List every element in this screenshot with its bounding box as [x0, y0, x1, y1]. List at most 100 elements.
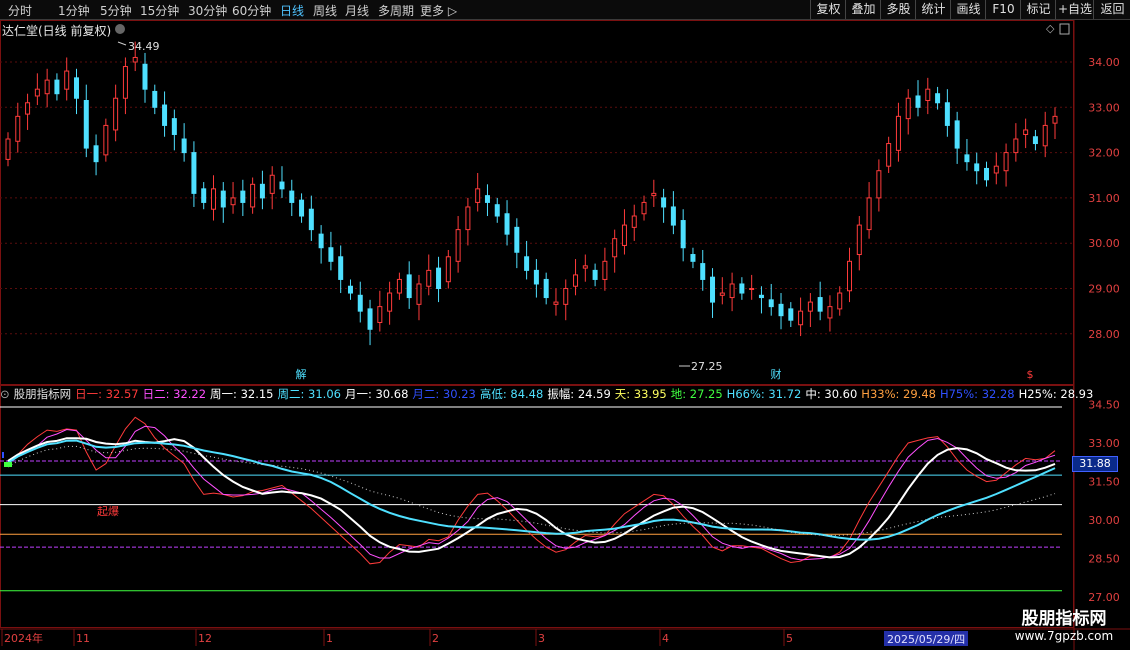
candle-body	[73, 77, 79, 99]
toolbar-button-6[interactable]: 标记	[1020, 0, 1056, 19]
date-label-1: 11	[76, 632, 90, 645]
chart-canvas[interactable]: 34.00 33.00 32.00 31.00 30.00 29.00 28.00 34.49…	[0, 20, 1130, 650]
date-label-3: 1	[326, 632, 333, 645]
date-label-5: 3	[538, 632, 545, 645]
date-label-4: 2	[432, 632, 439, 645]
candle-body	[553, 301, 559, 305]
candle-body	[1042, 124, 1048, 147]
toolbar-button-0[interactable]: 复权	[810, 0, 846, 19]
candle-body	[44, 79, 50, 95]
period-tab-5[interactable]: 60分钟	[232, 2, 271, 19]
indicator-value-13: H75%: 32.28	[939, 387, 1015, 401]
period-tab-9[interactable]: 多周期	[378, 2, 414, 19]
candle-body	[25, 102, 31, 115]
candle-body	[347, 285, 353, 294]
watermark-title: 股朋指标网	[1021, 609, 1107, 629]
candle-body	[651, 192, 657, 197]
high-pointer	[117, 41, 127, 46]
period-toolbar: 分时 1分钟 5分钟 15分钟 30分钟 60分钟 日线 周线 月线 多周期 更多 ▷ 复权 叠加 多股统…	[0, 0, 1130, 20]
candle-body	[788, 308, 794, 321]
line-day1	[7, 416, 1056, 565]
indicator-tick-label: 33.00	[1088, 437, 1120, 450]
candle-body	[191, 152, 197, 194]
price-tick-label: 30.00	[1088, 237, 1120, 250]
candle-body	[729, 283, 735, 299]
date-label-6: 4	[662, 632, 669, 645]
candle-body	[719, 292, 725, 296]
candle-body	[171, 118, 177, 135]
candle-body	[612, 238, 618, 258]
toolbar-button-3[interactable]: 统计	[915, 0, 951, 19]
price-tick-label: 34.00	[1088, 56, 1120, 69]
toolbar-button-7[interactable]: +自选	[1055, 0, 1094, 19]
candle-body	[749, 288, 755, 290]
period-tab-1[interactable]: 1分钟	[58, 2, 90, 19]
candle-body	[64, 70, 70, 90]
candle-body	[250, 183, 256, 208]
price-tick-label: 32.00	[1088, 147, 1120, 160]
candle-body	[377, 306, 383, 323]
watermark-url: www.7gpzb.com	[1014, 629, 1114, 643]
candle-body	[162, 104, 168, 126]
candle-body	[15, 115, 21, 142]
candle-body	[318, 233, 324, 249]
indicator-settings-icon[interactable]: ⊙	[0, 387, 10, 401]
candle-body	[543, 278, 549, 299]
event-marker-2: $	[1027, 368, 1034, 381]
period-tab-3[interactable]: 15分钟	[140, 2, 179, 19]
candle-body	[122, 66, 128, 99]
candle-body	[240, 190, 246, 203]
candle-body	[886, 143, 892, 167]
indicator-value-0: 日一: 32.57	[75, 387, 139, 401]
signal-marker-green	[4, 462, 12, 467]
candle-body	[602, 260, 608, 280]
candle-body	[357, 294, 363, 312]
toolbar-button-1[interactable]: 叠加	[845, 0, 881, 19]
candle-body	[533, 269, 539, 285]
indicator-value-3: 周二: 31.06	[277, 387, 341, 401]
candle-body	[925, 88, 931, 102]
low-label: 27.25	[691, 360, 723, 373]
indicator-value-6: 高低: 84.48	[479, 387, 544, 401]
candle-body	[406, 274, 412, 299]
price-tick-label: 33.00	[1088, 101, 1120, 114]
date-label-2: 12	[198, 632, 212, 645]
period-tab-4[interactable]: 30分钟	[188, 2, 227, 19]
period-tab-7[interactable]: 周线	[313, 2, 337, 19]
candle-body	[524, 256, 530, 271]
period-tab-2[interactable]: 5分钟	[100, 2, 132, 19]
candle-body	[866, 197, 872, 231]
title-dropdown-icon	[115, 24, 125, 34]
period-tab-6[interactable]: 日线	[280, 2, 304, 19]
candle-body	[484, 195, 490, 203]
candle-body	[680, 220, 686, 249]
panel-toggle-icon	[1059, 23, 1070, 35]
toolbar-button-8[interactable]: 返回	[1093, 0, 1130, 19]
candle-body	[1052, 115, 1058, 124]
candle-body	[220, 190, 226, 208]
candle-body	[661, 197, 667, 208]
period-tab-8[interactable]: 月线	[345, 2, 369, 19]
candle-body	[905, 97, 911, 120]
candle-body	[416, 283, 422, 305]
candle-body	[465, 206, 471, 231]
candle-body	[827, 306, 833, 319]
candle-body	[269, 174, 275, 194]
candle-body	[758, 294, 764, 299]
candle-body	[308, 208, 314, 231]
candle-body	[201, 188, 207, 203]
candle-body	[944, 102, 950, 126]
toolbar-button-5[interactable]: F10	[985, 0, 1021, 19]
candle-body	[974, 163, 980, 172]
candle-body	[103, 124, 109, 156]
candle-body	[984, 167, 990, 181]
period-tab-0[interactable]: 分时	[8, 2, 32, 19]
period-tab-10[interactable]: 更多 ▷	[420, 2, 457, 19]
candle-body	[563, 288, 569, 305]
toolbar-button-4[interactable]: 画线	[950, 0, 986, 19]
candle-body	[426, 269, 432, 287]
candle-body	[514, 226, 520, 253]
toolbar-button-2[interactable]: 多股	[880, 0, 916, 19]
candle-body	[494, 204, 500, 217]
line-day2	[7, 425, 1056, 561]
